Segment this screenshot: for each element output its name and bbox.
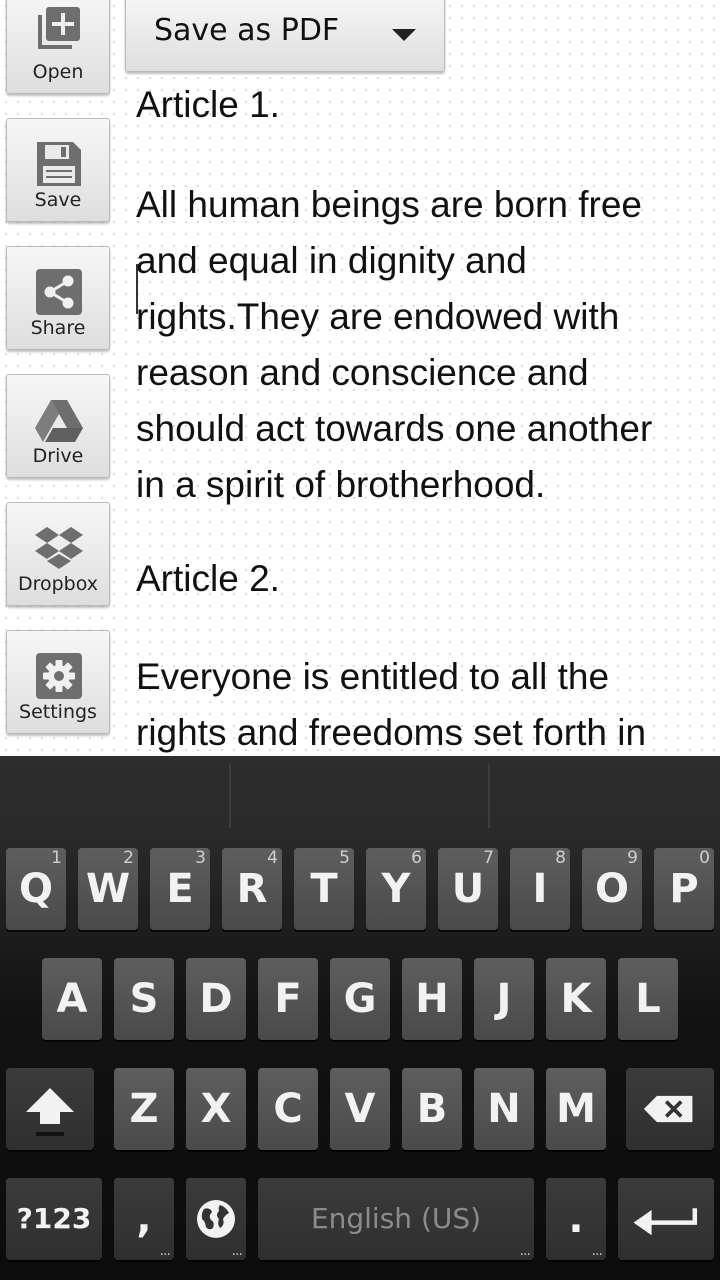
suggestion-divider <box>488 764 490 828</box>
dropbox-button-label: Dropbox <box>17 573 99 595</box>
comma-key[interactable]: ,... <box>114 1178 174 1260</box>
period-key[interactable]: .... <box>546 1178 606 1260</box>
key-d[interactable]: D <box>186 958 246 1040</box>
dropbox-button[interactable]: Dropbox <box>6 502 110 606</box>
open-file-icon <box>38 7 80 49</box>
triangle-down-icon <box>392 29 416 41</box>
key-u[interactable]: U7 <box>438 848 498 930</box>
key-v[interactable]: V <box>330 1068 390 1150</box>
export-format-dropdown[interactable]: Save as PDF <box>125 0 445 72</box>
paragraph-line: and equal in dignity and <box>136 240 527 281</box>
shift-key[interactable] <box>6 1068 94 1150</box>
article-heading: Article 1. <box>136 84 280 125</box>
backspace-icon <box>643 1095 693 1123</box>
share-button-label: Share <box>30 317 86 339</box>
key-y[interactable]: Y6 <box>366 848 426 930</box>
save-button-label: Save <box>34 189 82 211</box>
key-f[interactable]: F <box>258 958 318 1040</box>
google-drive-icon <box>35 400 83 442</box>
paragraph-line: in a spirit of brotherhood. <box>136 464 546 505</box>
paragraph-line: All human beings are born free <box>136 184 642 225</box>
key-i[interactable]: I8 <box>510 848 570 930</box>
key-n[interactable]: N <box>474 1068 534 1150</box>
key-b[interactable]: B <box>402 1068 462 1150</box>
symbols-key[interactable]: ?123 <box>6 1178 102 1260</box>
soft-keyboard: Q1 W2 E3 R4 T5 Y6 U7 I8 O9 P0 A S D F G … <box>0 756 720 1280</box>
settings-button-label: Settings <box>19 701 97 723</box>
drive-button[interactable]: Drive <box>6 374 110 478</box>
key-k[interactable]: K <box>546 958 606 1040</box>
key-e[interactable]: E3 <box>150 848 210 930</box>
share-icon <box>36 269 82 315</box>
key-z[interactable]: Z <box>114 1068 174 1150</box>
share-button[interactable]: Share <box>6 246 110 350</box>
floppy-disk-icon <box>37 142 81 186</box>
key-g[interactable]: G <box>330 958 390 1040</box>
enter-arrow-icon <box>633 1208 698 1236</box>
key-q[interactable]: Q1 <box>6 848 66 930</box>
gear-icon <box>36 653 82 699</box>
key-a[interactable]: A <box>42 958 102 1040</box>
key-r[interactable]: R4 <box>222 848 282 930</box>
paragraph-line: reason and conscience and <box>136 352 589 393</box>
key-o[interactable]: O9 <box>582 848 642 930</box>
key-s[interactable]: S <box>114 958 174 1040</box>
article-heading: Article 2. <box>136 558 280 599</box>
side-toolbar: Open Save Share Drive Dropbox Settings <box>0 0 120 756</box>
key-j[interactable]: J <box>474 958 534 1040</box>
paragraph-line: rights.They are endowed with <box>136 296 620 337</box>
paragraph-line: rights and freedoms set forth in <box>136 712 647 753</box>
language-key[interactable]: ... <box>186 1178 246 1260</box>
space-key[interactable]: English (US)... <box>258 1178 534 1260</box>
globe-icon <box>197 1200 235 1238</box>
key-m[interactable]: M <box>546 1068 606 1150</box>
drive-button-label: Drive <box>32 445 84 467</box>
key-h[interactable]: H <box>402 958 462 1040</box>
dropbox-icon <box>35 527 83 569</box>
key-p[interactable]: P0 <box>654 848 714 930</box>
save-button[interactable]: Save <box>6 118 110 222</box>
key-c[interactable]: C <box>258 1068 318 1150</box>
paragraph-line: should act towards one another <box>136 408 653 449</box>
open-button[interactable]: Open <box>6 0 110 94</box>
enter-key[interactable] <box>618 1178 714 1260</box>
key-w[interactable]: W2 <box>78 848 138 930</box>
shift-arrow-icon <box>26 1088 74 1136</box>
key-x[interactable]: X <box>186 1068 246 1150</box>
editor-area: Open Save Share Drive Dropbox Settings S… <box>0 0 720 756</box>
open-button-label: Open <box>32 61 84 83</box>
settings-button[interactable]: Settings <box>6 630 110 734</box>
key-l[interactable]: L <box>618 958 678 1040</box>
suggestion-strip[interactable] <box>0 756 720 836</box>
suggestion-divider <box>229 764 231 828</box>
backspace-key[interactable] <box>626 1068 714 1150</box>
paragraph-line: Everyone is entitled to all the <box>136 656 610 697</box>
key-t[interactable]: T5 <box>294 848 354 930</box>
export-format-selected: Save as PDF <box>154 13 340 48</box>
